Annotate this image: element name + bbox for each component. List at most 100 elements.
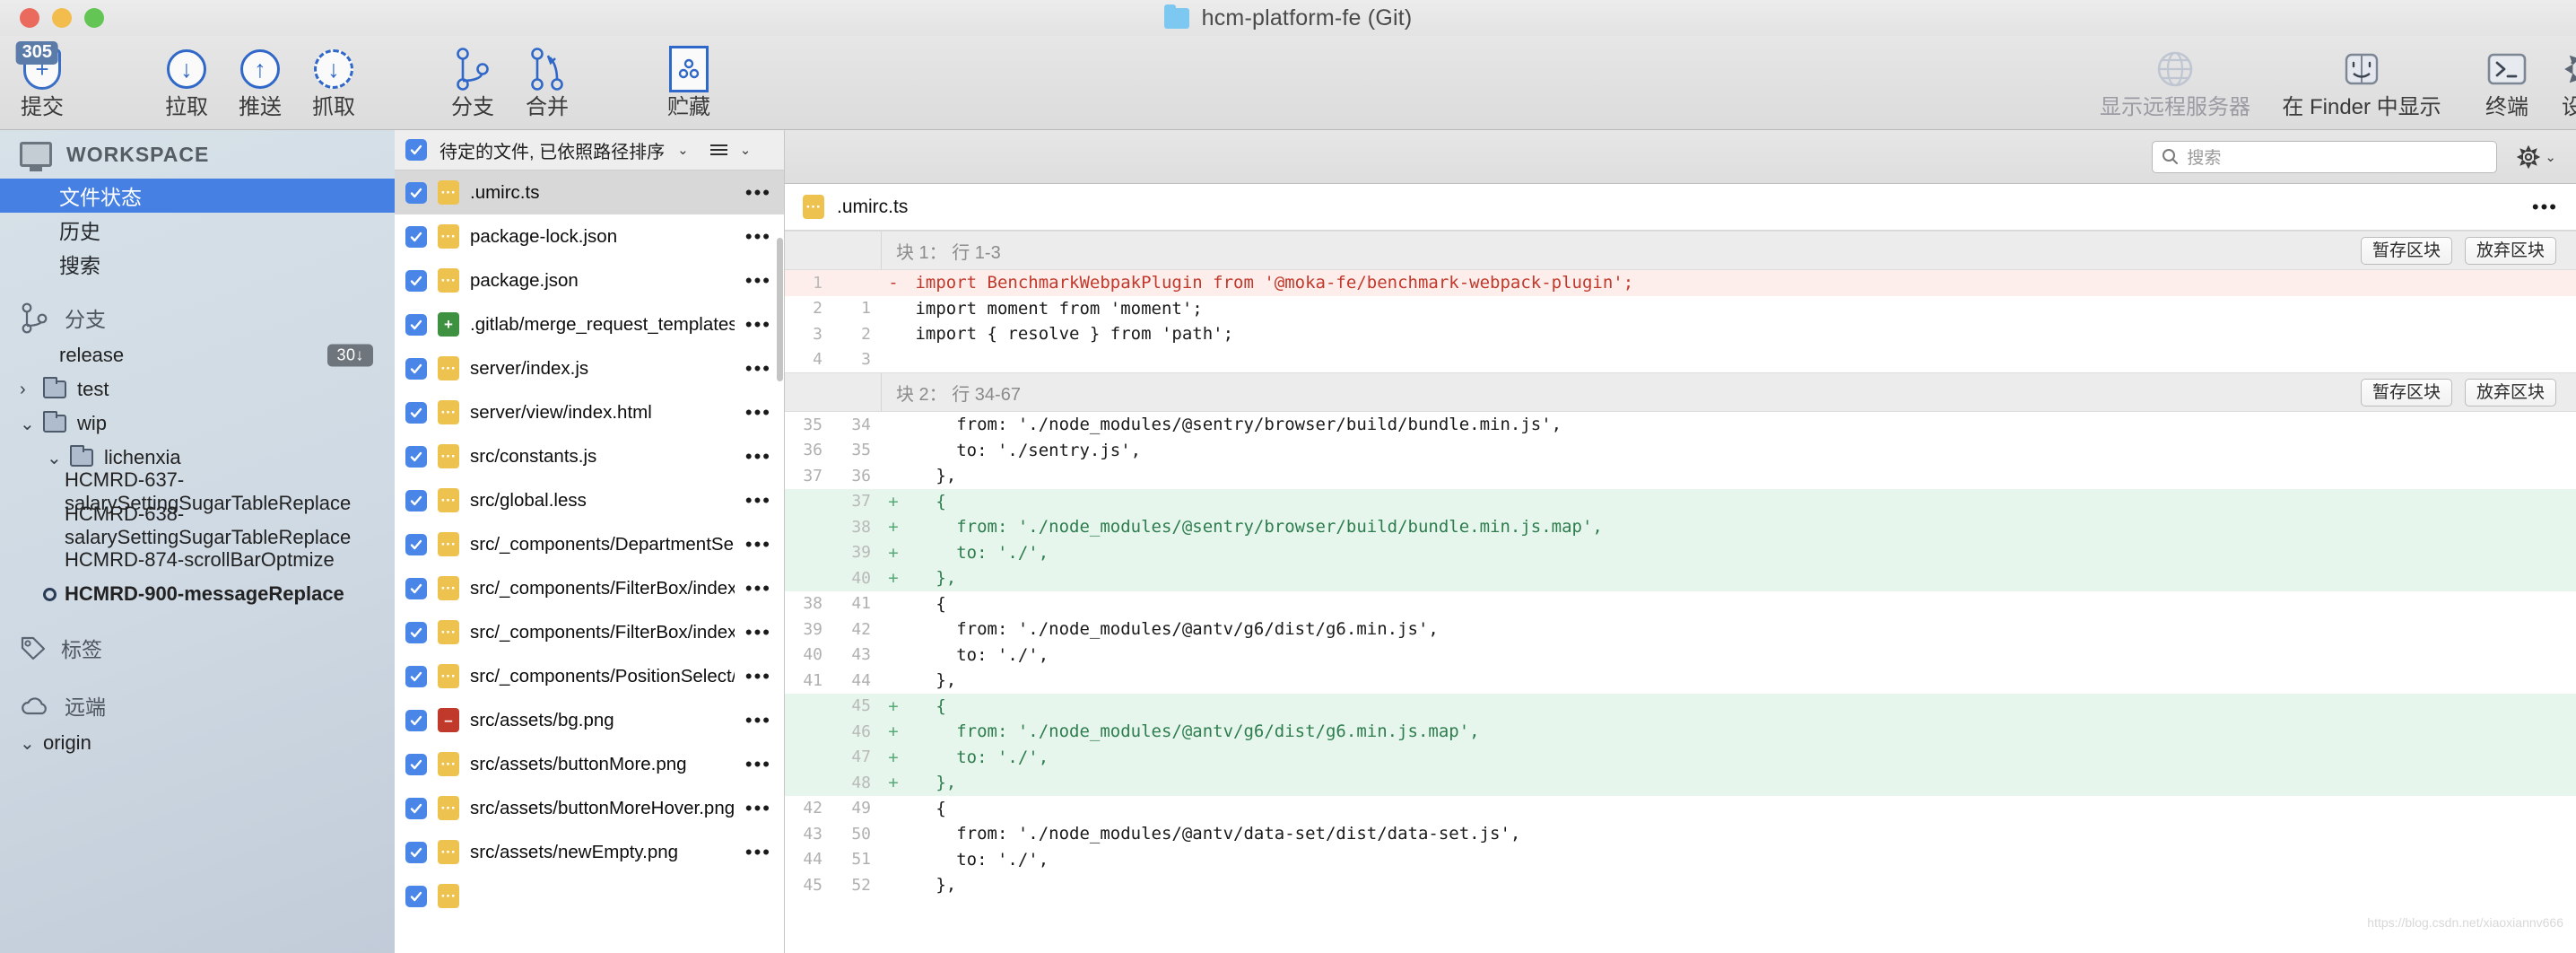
file-list-item[interactable]: ··· src/assets/buttonMore.png ••• (395, 742, 784, 786)
file-list-item[interactable]: ··· server/view/index.html ••• (395, 390, 784, 434)
branch-folder-test[interactable]: › test (0, 372, 395, 407)
file-checkbox[interactable] (405, 797, 427, 819)
branch-hcmrd-900-current[interactable]: HCMRD-900-messageReplace (0, 577, 395, 611)
file-checkbox[interactable] (405, 445, 427, 468)
file-list-item[interactable]: ··· src/_components/PositionSelect/index.… (395, 654, 784, 698)
chevron-down-icon[interactable]: ⌄ (20, 732, 35, 755)
file-checkbox[interactable] (405, 533, 427, 555)
file-list-item[interactable]: ··· (395, 874, 784, 918)
branch-hcmrd-874[interactable]: HCMRD-874-scrollBarOptmize (0, 543, 395, 577)
file-checkbox[interactable] (405, 841, 427, 863)
sidebar-item-history[interactable]: 历史 (0, 213, 395, 247)
stage-hunk-button[interactable]: 暂存区块 (2360, 236, 2452, 265)
file-checkbox[interactable] (405, 357, 427, 380)
branch-hcmrd-638[interactable]: HCMRD-638-salarySettingSugarTableReplace (0, 503, 395, 548)
window-controls[interactable] (0, 8, 104, 28)
toolbar-stash-button[interactable]: 贮藏 (635, 43, 743, 118)
sidebar-item-search[interactable]: 搜索 (0, 247, 395, 281)
file-list-item[interactable]: ··· src/global.less ••• (395, 478, 784, 522)
file-list-item[interactable]: ··· package-lock.json ••• (395, 214, 784, 258)
toolbar-commit-button[interactable]: 305 + 提交 (0, 41, 96, 118)
file-more-button[interactable]: ••• (745, 446, 775, 467)
file-list-item[interactable]: ··· src/assets/buttonMoreHover.png ••• (395, 786, 784, 830)
file-more-button[interactable]: ••• (745, 182, 775, 203)
file-checkbox[interactable] (405, 885, 427, 907)
chevron-down-icon[interactable]: ⌄ (740, 142, 752, 158)
file-checkbox[interactable] (405, 577, 427, 599)
file-list-item[interactable]: ··· src/_components/DepartmentSelect/inde… (395, 522, 784, 566)
file-checkbox[interactable] (405, 269, 427, 292)
select-all-checkbox[interactable] (405, 139, 427, 161)
file-checkbox[interactable] (405, 181, 427, 204)
file-checkbox[interactable] (405, 753, 427, 775)
toolbar-fetch-button[interactable]: ↓ 抓取 (280, 43, 387, 118)
file-more-button[interactable]: ••• (745, 578, 775, 599)
remote-label: origin (43, 731, 91, 754)
file-more-button[interactable]: ••• (745, 534, 775, 555)
file-checkbox[interactable] (405, 313, 427, 336)
file-more-button[interactable]: ••• (745, 270, 775, 291)
file-checkbox[interactable] (405, 665, 427, 687)
file-more-button[interactable]: ••• (745, 358, 775, 379)
sidebar-section-branches[interactable]: 分支 (0, 297, 395, 338)
folder-icon (1163, 4, 1189, 29)
chevron-down-icon[interactable]: ⌄ (2545, 149, 2556, 165)
branch-folder-wip[interactable]: ⌄ wip (0, 407, 395, 441)
diff-file-more-button[interactable]: ••• (2532, 196, 2558, 219)
chevron-right-icon[interactable]: › (20, 380, 26, 400)
file-list-item[interactable]: ··· src/assets/newEmpty.png ••• (395, 830, 784, 874)
file-list-item[interactable]: ··· src/_components/FilterBox/index.js ••• (395, 566, 784, 610)
toolbar-show-in-finder-button[interactable]: 在 Finder 中显示 (2267, 43, 2456, 118)
chevron-down-icon[interactable]: ⌄ (677, 142, 689, 158)
diff-line: 37 36 }, (785, 463, 2576, 489)
close-button[interactable] (20, 8, 39, 28)
file-list-item[interactable]: ··· .umirc.ts ••• (395, 170, 784, 214)
sidebar-item-file-status[interactable]: 文件状态 (0, 179, 395, 213)
file-more-button[interactable]: ••• (745, 622, 775, 643)
search-input[interactable]: 搜索 (2152, 140, 2498, 173)
file-more-button[interactable]: ••• (745, 710, 775, 730)
file-more-button[interactable]: ••• (745, 798, 775, 818)
minimize-button[interactable] (52, 8, 72, 28)
file-list-sort-label[interactable]: 待定的文件, 已依照路径排序 (439, 137, 665, 163)
sidebar-section-tags[interactable]: 标签 (0, 627, 395, 669)
file-list-scrollbar[interactable] (777, 238, 783, 381)
file-list-item[interactable]: ··· package.json ••• (395, 258, 784, 302)
file-list-item[interactable]: ··· src/_components/FilterBox/index.less •… (395, 610, 784, 654)
diff-settings-button[interactable]: ⌄ (2517, 144, 2556, 169)
file-checkbox[interactable] (405, 225, 427, 248)
sidebar-section-remotes[interactable]: 远端 (0, 685, 395, 726)
file-more-button[interactable]: ••• (745, 842, 775, 862)
chevron-down-icon[interactable]: ⌄ (20, 413, 35, 435)
file-more-button[interactable]: ••• (745, 402, 775, 423)
discard-hunk-button[interactable]: 放弃区块 (2464, 236, 2556, 265)
stage-hunk-button[interactable]: 暂存区块 (2360, 378, 2452, 407)
status-modified-icon: ··· (438, 180, 459, 205)
file-more-button[interactable]: ••• (745, 490, 775, 511)
toolbar-show-remote-button[interactable]: 显示远程服务器 (2085, 43, 2265, 118)
file-list-item[interactable]: + .gitlab/merge_request_templates/Bug.md •… (395, 302, 784, 346)
file-more-button[interactable]: ••• (745, 666, 775, 686)
file-checkbox[interactable] (405, 709, 427, 731)
list-view-icon[interactable] (709, 144, 727, 155)
toolbar-merge-button[interactable]: 合并 (493, 43, 601, 118)
discard-hunk-button[interactable]: 放弃区块 (2464, 378, 2556, 407)
workspace-header[interactable]: WORKSPACE (0, 130, 395, 179)
chevron-down-icon[interactable]: ⌄ (47, 447, 62, 469)
toolbar-settings-button[interactable]: 设置 (2543, 43, 2576, 118)
file-list-item[interactable]: – src/assets/bg.png ••• (395, 698, 784, 742)
toolbar-terminal-button[interactable]: 终端 (2462, 43, 2552, 118)
file-checkbox[interactable] (405, 401, 427, 424)
file-more-button[interactable]: ••• (745, 226, 775, 247)
file-more-button[interactable]: ••• (745, 314, 775, 335)
fetch-icon: ↓ (314, 43, 353, 95)
remote-origin[interactable]: ⌄ origin (0, 726, 395, 760)
branch-release[interactable]: release 30↓ (0, 338, 395, 372)
file-checkbox[interactable] (405, 621, 427, 643)
file-list-item[interactable]: ··· server/index.js ••• (395, 346, 784, 390)
file-more-button[interactable]: ••• (745, 754, 775, 774)
file-list-item[interactable]: ··· src/constants.js ••• (395, 434, 784, 478)
diff-file-tab[interactable]: ··· .umirc.ts ••• (785, 184, 2576, 231)
file-checkbox[interactable] (405, 489, 427, 511)
zoom-button[interactable] (84, 8, 104, 28)
